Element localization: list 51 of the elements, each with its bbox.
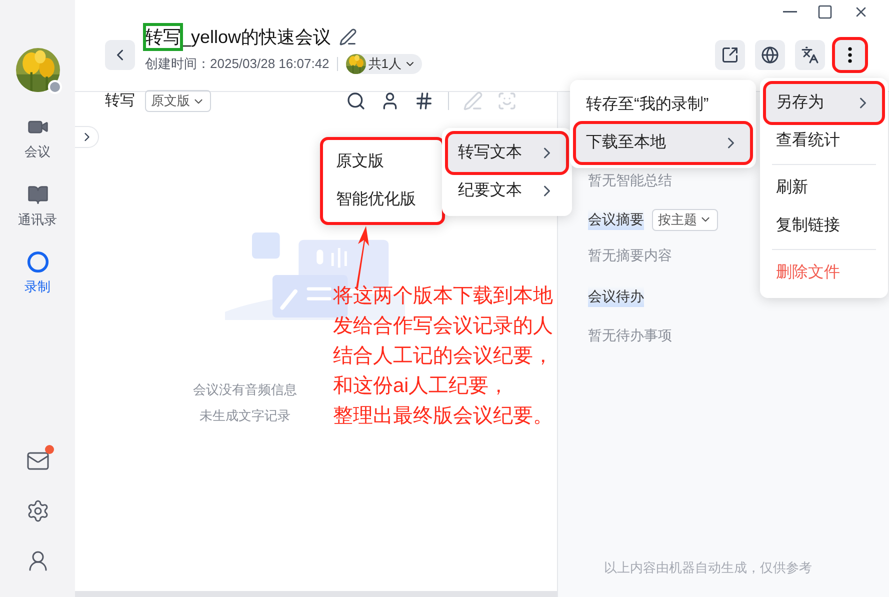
annotation-text: 将这两个版本下载到本地 发给合作写会议记录的人 结合人工记的会议纪要， 和这份ai人工纪要， 整理出最终版会议纪要。	[333, 284, 553, 429]
search-button[interactable]	[346, 91, 366, 111]
disclaimer: 以上内容由机器自动生成，仅供参考	[604, 558, 813, 576]
book-icon	[26, 184, 48, 206]
empty-note: 暂无摘要内容	[588, 246, 672, 264]
search-icon	[346, 91, 366, 111]
created-time: 创建时间：2025/03/28 16:07:42	[145, 55, 330, 74]
share-button[interactable]	[715, 40, 745, 70]
nav-item[interactable]: 录制	[18, 251, 57, 296]
menu-item[interactable]: 查看统计	[766, 122, 882, 160]
translate-icon	[801, 46, 819, 64]
empty-message: 会议没有音频信息	[193, 381, 297, 399]
translate-button[interactable]	[795, 40, 825, 70]
globe-icon	[761, 46, 779, 64]
menu-item[interactable]: 下载至本地	[576, 124, 750, 162]
menu-item[interactable]: 复制链接	[766, 207, 882, 245]
menu-item[interactable]: 智能优化版	[326, 181, 439, 219]
edit-icon	[339, 28, 358, 46]
version-dropdown[interactable]: 原文版	[145, 90, 211, 112]
menu-item[interactable]: 另存为	[766, 84, 882, 122]
minimize-icon	[783, 11, 797, 13]
record-icon	[26, 251, 48, 273]
section-heading: 会议待办	[588, 286, 644, 306]
hash-button[interactable]	[414, 91, 434, 111]
nav-item[interactable]: 会议	[18, 116, 57, 162]
empty-message: 未生成文字记录	[200, 406, 290, 424]
share-icon	[721, 46, 739, 64]
menu-item[interactable]: 刷新	[766, 169, 882, 207]
menu-item[interactable]: 转写文本	[448, 134, 566, 172]
hash-icon	[414, 91, 434, 111]
participants-chip[interactable]: 共1人	[346, 54, 422, 74]
globe-button[interactable]	[755, 40, 785, 70]
transcript-label: 转写	[105, 90, 135, 111]
sort-dropdown[interactable]: 按主题	[652, 209, 718, 230]
menu-item[interactable]: 原文版	[326, 143, 439, 181]
meeting-title: 转写_yellow的快速会议	[145, 26, 332, 49]
section-heading: 会议摘要	[588, 209, 644, 230]
back-button[interactable]	[105, 40, 135, 70]
pen-icon	[463, 91, 483, 111]
maximize-icon	[817, 4, 833, 20]
more-icon	[848, 47, 852, 63]
more-button[interactable]	[835, 40, 865, 70]
expand-button[interactable]	[75, 126, 99, 148]
nav-item[interactable]: 通讯录	[18, 184, 57, 229]
empty-note: 暂无智能总结	[588, 171, 672, 190]
menu-item[interactable]: 转存至“我的录制”	[576, 86, 750, 124]
face-scan-icon	[497, 91, 517, 111]
menu-item[interactable]: 纪要文本	[448, 172, 566, 210]
empty-note: 暂无待办事项	[588, 326, 672, 344]
settings-icon	[26, 499, 50, 523]
maximize-button[interactable]	[817, 4, 833, 20]
